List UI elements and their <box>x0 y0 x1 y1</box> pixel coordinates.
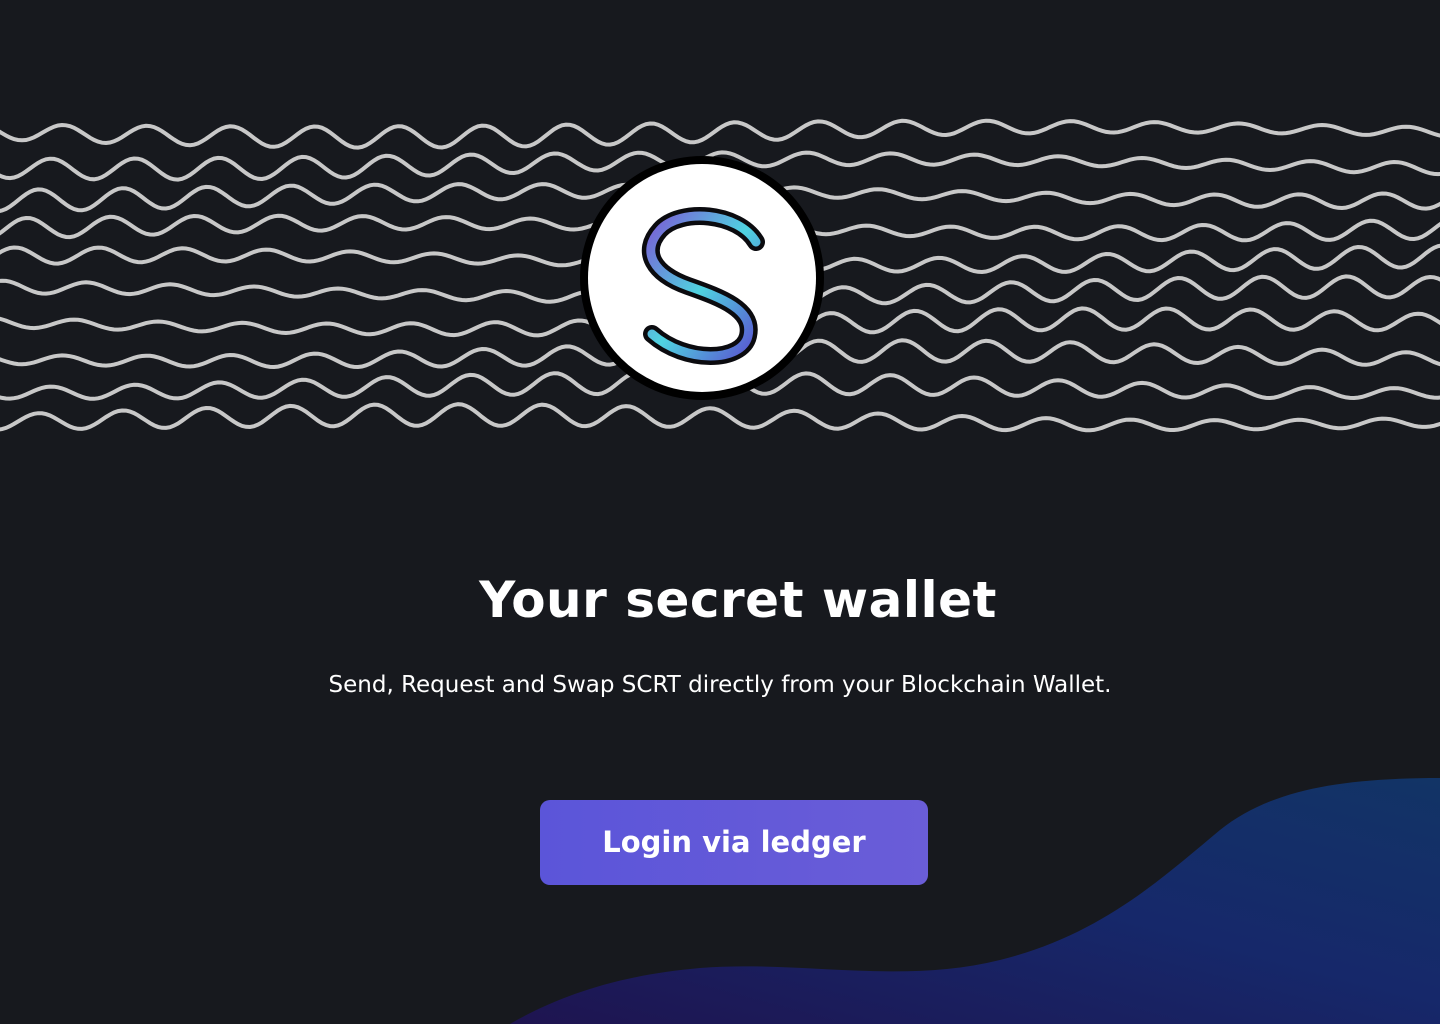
login-via-ledger-button[interactable]: Login via ledger <box>540 800 928 885</box>
page-title: Your secret wallet <box>479 571 997 629</box>
logo-circle <box>588 164 816 392</box>
wave-line <box>0 402 1440 433</box>
page-subtitle: Send, Request and Swap SCRT directly fro… <box>328 672 1112 698</box>
secret-network-s-icon <box>641 207 765 365</box>
login-page: Your secret wallet Send, Request and Swa… <box>0 0 1440 1024</box>
wave-line <box>0 118 1440 150</box>
logo-badge <box>580 156 824 400</box>
